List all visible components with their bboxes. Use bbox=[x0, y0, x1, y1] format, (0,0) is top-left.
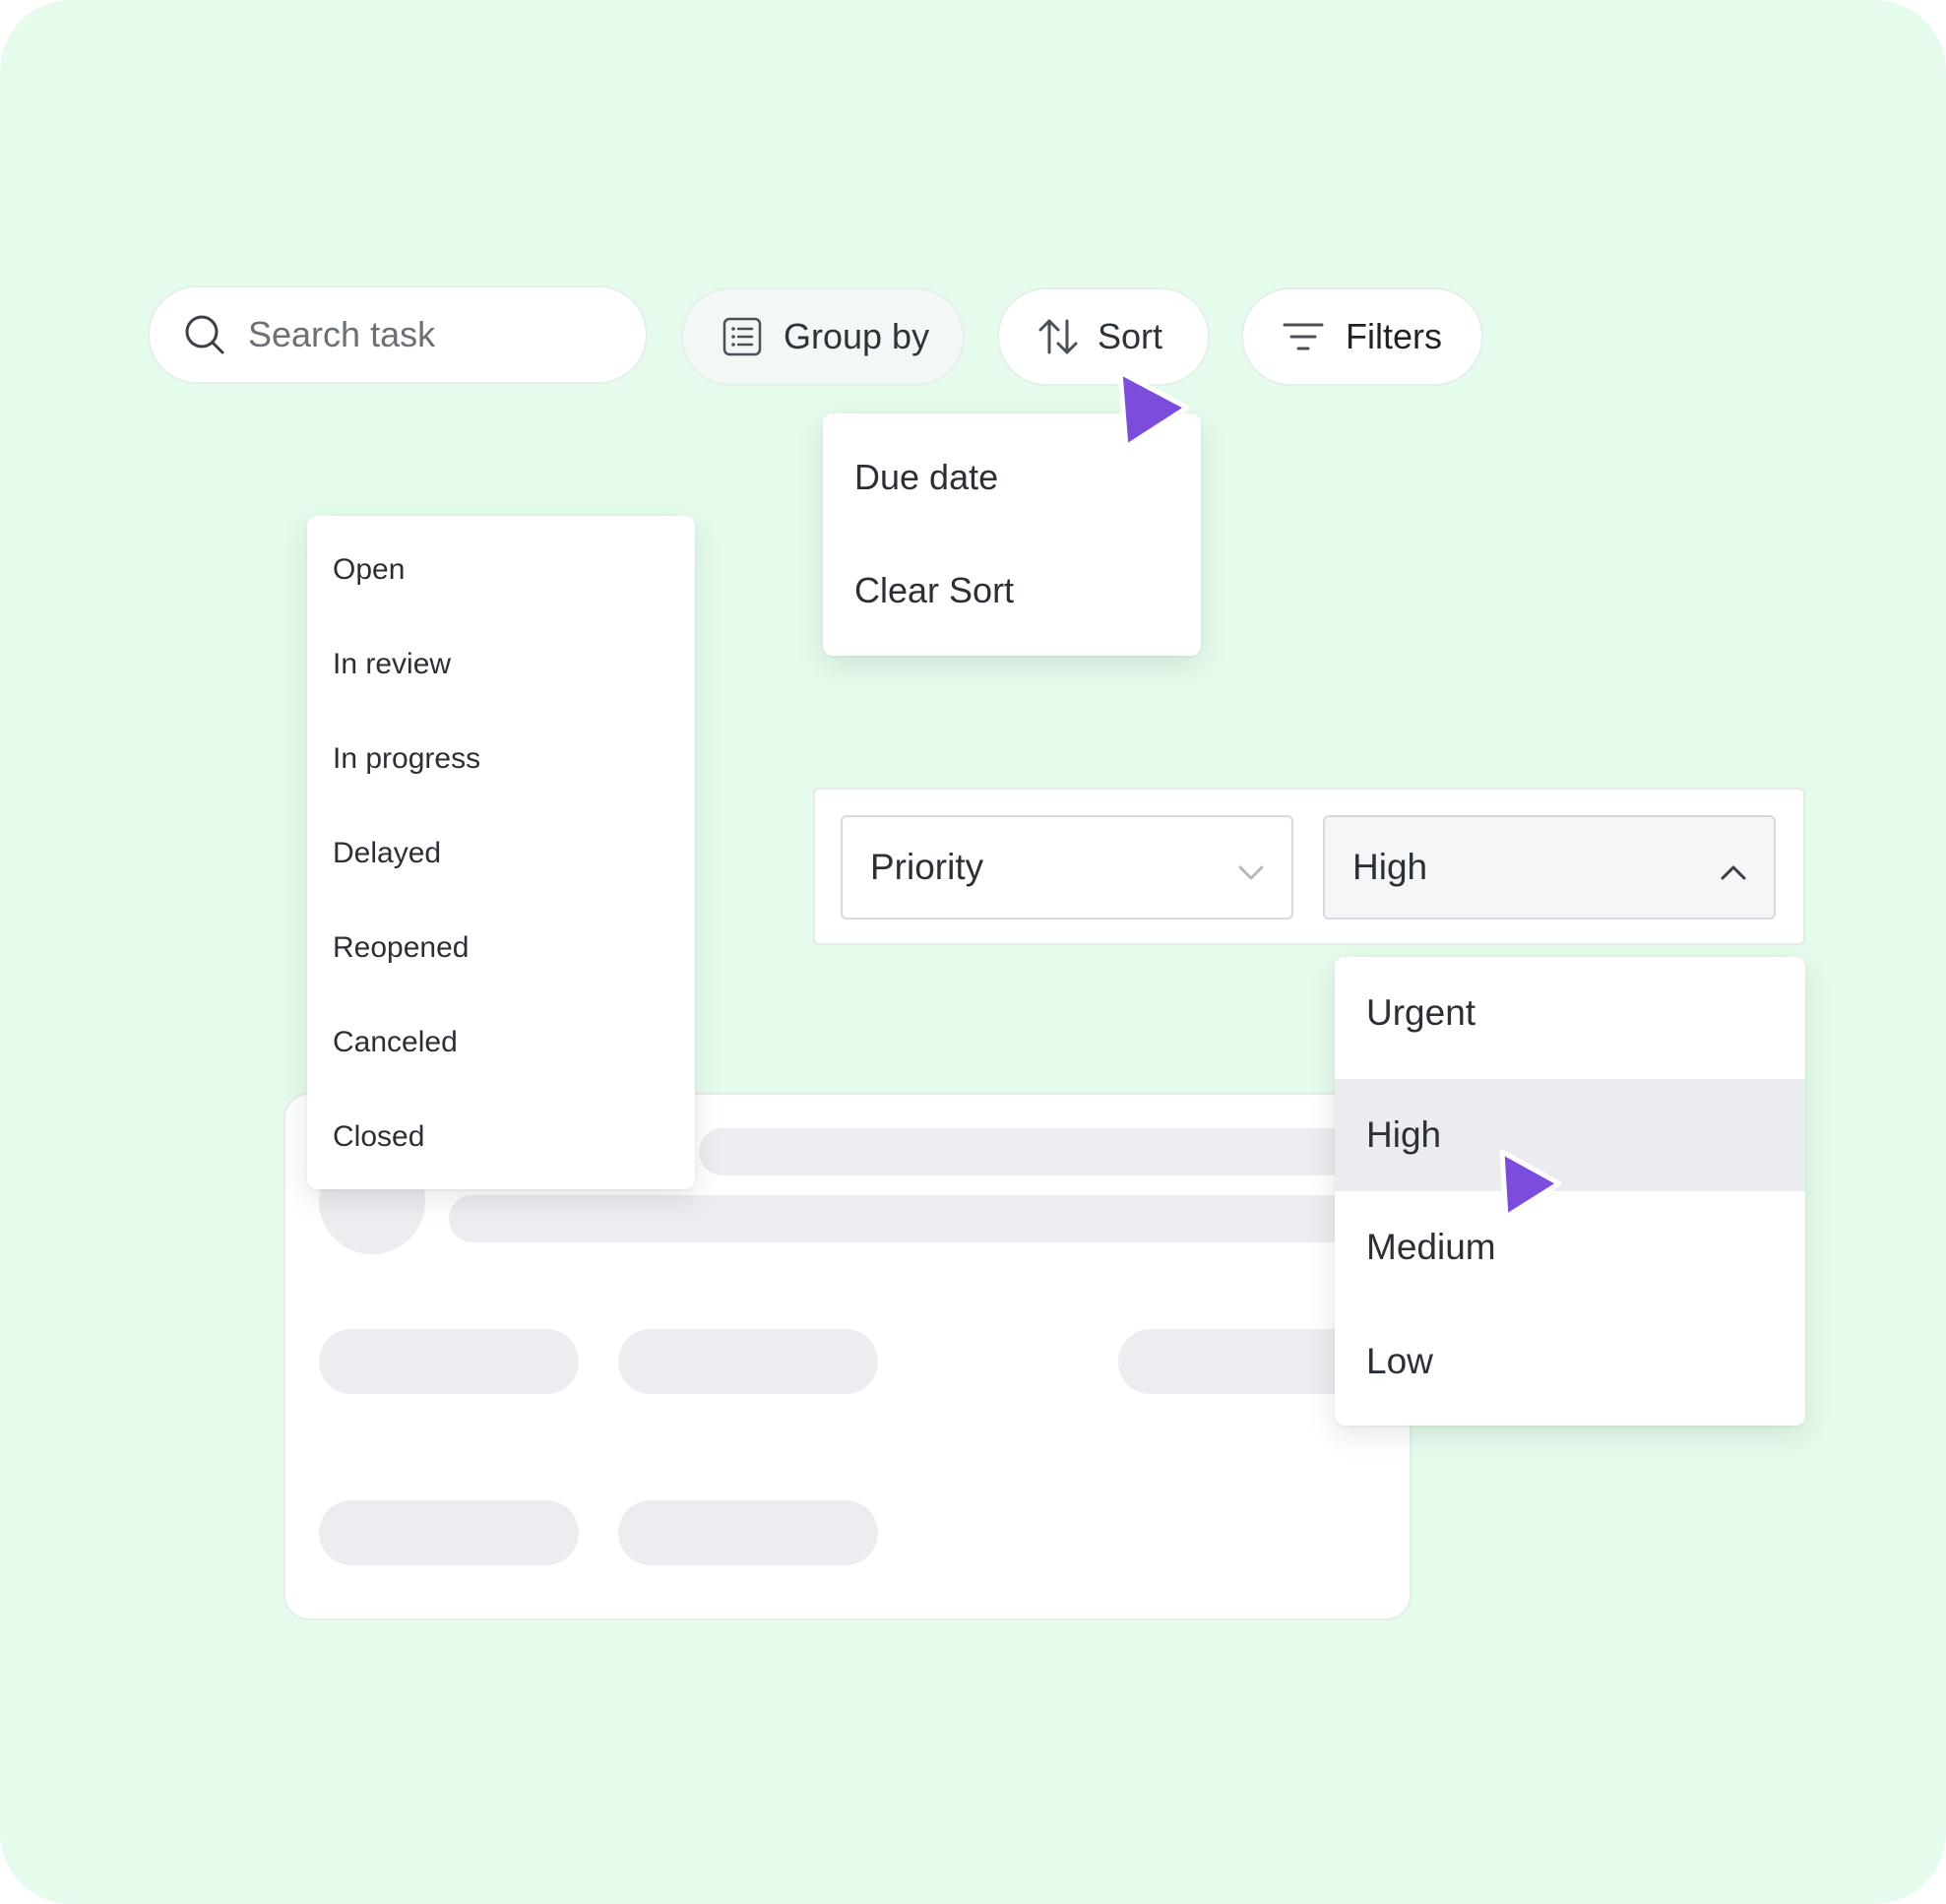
filter-value: High bbox=[1352, 847, 1428, 887]
priority-option-high[interactable]: High bbox=[1335, 1079, 1805, 1191]
status-option-closed[interactable]: Closed bbox=[333, 1120, 424, 1154]
status-menu: Open In review In progress Delayed Reope… bbox=[307, 516, 695, 1189]
cursor-pointer-icon bbox=[1114, 366, 1193, 458]
skeleton-chip bbox=[319, 1500, 579, 1565]
status-option-delayed[interactable]: Delayed bbox=[333, 837, 441, 870]
skeleton-chip bbox=[618, 1329, 878, 1394]
filter-row: Priority High bbox=[813, 788, 1805, 945]
skeleton-line bbox=[449, 1195, 1394, 1242]
chevron-down-icon bbox=[1236, 855, 1266, 896]
search-icon bbox=[183, 313, 226, 356]
priority-option-urgent[interactable]: Urgent bbox=[1335, 957, 1805, 1069]
filter-field-value: Priority bbox=[870, 847, 984, 887]
filter-icon bbox=[1283, 320, 1324, 353]
filters-button[interactable]: Filters bbox=[1241, 287, 1483, 386]
status-option-canceled[interactable]: Canceled bbox=[333, 1026, 458, 1059]
filter-value-select[interactable]: High bbox=[1323, 815, 1776, 920]
priority-menu: Urgent High Medium Low bbox=[1335, 957, 1805, 1426]
search-input[interactable]: Search task bbox=[248, 314, 435, 355]
sort-option-due-date[interactable]: Due date bbox=[854, 457, 998, 498]
priority-option-medium[interactable]: Medium bbox=[1335, 1191, 1805, 1303]
chevron-up-icon bbox=[1719, 855, 1748, 896]
sort-label: Sort bbox=[1098, 316, 1163, 356]
skeleton-chip bbox=[319, 1329, 579, 1394]
group-by-button[interactable]: Group by bbox=[681, 287, 965, 386]
priority-option-low[interactable]: Low bbox=[1335, 1305, 1805, 1418]
status-option-reopened[interactable]: Reopened bbox=[333, 931, 469, 965]
sort-option-clear-sort[interactable]: Clear Sort bbox=[854, 570, 1014, 611]
status-option-in-review[interactable]: In review bbox=[333, 648, 451, 681]
cursor-pointer-icon bbox=[1496, 1146, 1565, 1228]
filter-field-select[interactable]: Priority bbox=[841, 815, 1293, 920]
group-by-label: Group by bbox=[784, 316, 930, 356]
sort-arrows-icon bbox=[1036, 315, 1080, 358]
search-bar[interactable]: Search task bbox=[148, 286, 648, 384]
skeleton-line bbox=[699, 1128, 1388, 1175]
list-icon bbox=[722, 317, 762, 356]
filters-label: Filters bbox=[1346, 316, 1442, 356]
skeleton-chip bbox=[618, 1500, 878, 1565]
canvas: Search task Group by Sort Filters Due da… bbox=[0, 0, 1946, 1904]
status-option-in-progress[interactable]: In progress bbox=[333, 742, 480, 776]
status-option-open[interactable]: Open bbox=[333, 553, 405, 587]
